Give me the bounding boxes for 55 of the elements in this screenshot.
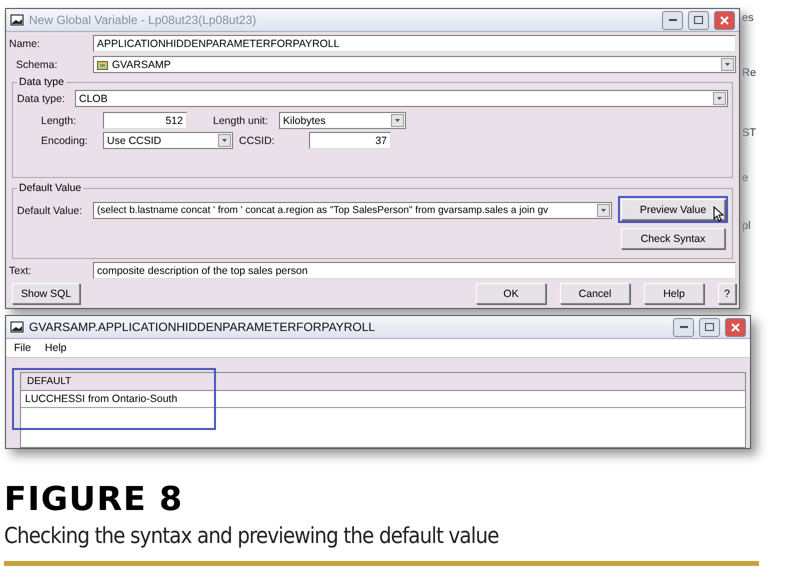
field-label: Default Value: bbox=[17, 204, 84, 216]
background-text: e bbox=[742, 171, 750, 186]
group-title: Data type bbox=[18, 76, 65, 88]
background-text: Re bbox=[742, 66, 758, 81]
minimize-button[interactable] bbox=[662, 10, 683, 30]
dialog-button[interactable]: OK bbox=[476, 283, 546, 304]
field-label: Length: bbox=[41, 114, 78, 126]
column-header: DEFAULT bbox=[21, 373, 745, 391]
background-text: ST bbox=[742, 126, 758, 141]
length-unit-dropdown[interactable]: Kilobytes bbox=[279, 112, 406, 129]
figure-heading: FIGURE 8 bbox=[4, 479, 184, 518]
schema-dropdown[interactable]: GVARSAMP bbox=[93, 56, 736, 73]
field-label: Schema: bbox=[16, 58, 58, 70]
figure-caption: Checking the syntax and previewing the default value bbox=[4, 524, 500, 549]
field-label: Length unit: bbox=[213, 114, 269, 126]
window-icon bbox=[10, 321, 24, 333]
table-cell: LUCCHESSI from Ontario-South bbox=[21, 391, 745, 408]
field-label: CCSID: bbox=[239, 134, 276, 146]
background-text: es bbox=[742, 11, 755, 26]
close-button[interactable] bbox=[714, 10, 735, 30]
encoding-dropdown[interactable]: Use CCSID bbox=[103, 132, 233, 149]
dialog-button[interactable]: ? bbox=[718, 283, 736, 304]
action-button[interactable]: Check Syntax bbox=[621, 228, 725, 249]
window-icon bbox=[10, 14, 24, 26]
folder-icon bbox=[97, 60, 108, 70]
minimize-icon bbox=[668, 18, 676, 22]
minimize-icon bbox=[680, 326, 688, 328]
ccsid-field[interactable]: 37 bbox=[309, 132, 391, 149]
mouse-pointer-icon bbox=[713, 206, 724, 222]
field-label: Name: bbox=[9, 38, 41, 50]
minimize-button[interactable] bbox=[673, 318, 694, 336]
window-title: GVARSAMP.APPLICATIONHIDDENPARAMETERFORPAYROLL bbox=[29, 320, 376, 334]
data-type-dropdown[interactable]: CLOB bbox=[75, 90, 728, 107]
close-button[interactable] bbox=[725, 318, 746, 336]
default-value-dropdown[interactable]: (select b.lastname concat ' from ' concat a.region as "Top SalesPerson" from gvarsamp.sales a join gv bbox=[93, 202, 612, 219]
length-field[interactable]: 512 bbox=[103, 112, 187, 129]
maximize-icon bbox=[694, 16, 703, 24]
maximize-button[interactable] bbox=[688, 10, 709, 30]
maximize-icon bbox=[705, 323, 714, 331]
maximize-button[interactable] bbox=[699, 318, 720, 336]
close-icon bbox=[731, 322, 740, 332]
field-label: Data type: bbox=[17, 92, 66, 104]
field-label: Text: bbox=[9, 264, 32, 276]
background-text: pl bbox=[742, 218, 752, 234]
show-sql-button[interactable]: Show SQL bbox=[12, 283, 80, 304]
field-label: Encoding: bbox=[41, 134, 89, 146]
dialog-button[interactable]: Cancel bbox=[560, 283, 630, 304]
dialog-button[interactable]: Help bbox=[644, 283, 704, 304]
window-title: New Global Variable - Lp08ut23(Lp08ut23) bbox=[29, 13, 258, 27]
close-icon bbox=[720, 16, 729, 24]
menu-item[interactable]: File bbox=[14, 342, 31, 354]
name-field[interactable]: APPLICATIONHIDDENPARAMETERFORPAYROLL bbox=[93, 35, 736, 52]
group-title: Default Value bbox=[18, 182, 82, 194]
menu-item[interactable]: Help bbox=[44, 342, 67, 354]
text-field[interactable]: composite description of the top sales person bbox=[93, 262, 736, 279]
